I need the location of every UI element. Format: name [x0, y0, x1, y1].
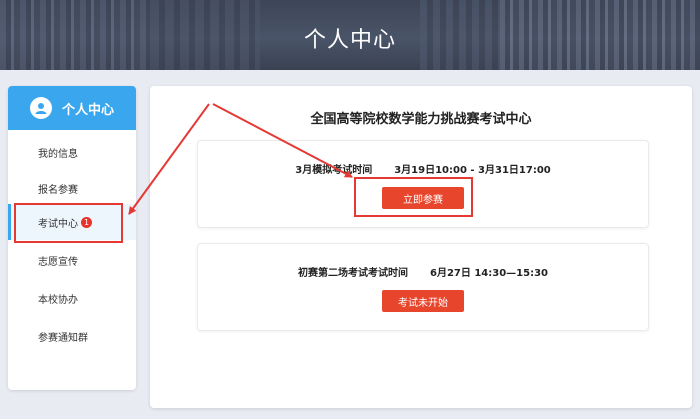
page-title: 全国高等院校数学能力挑战赛考试中心 — [310, 112, 532, 127]
exam-name: 初赛第二场考试考试时间 — [297, 268, 408, 279]
exam-name: 3月模拟考试时间 — [295, 165, 373, 176]
sidebar-item-my-info[interactable]: 我的信息 — [8, 134, 136, 170]
sidebar-item-label: 参赛通知群 — [38, 332, 88, 344]
user-avatar-icon — [29, 97, 52, 119]
main-panel: 全国高等院校数学能力挑战赛考试中心 3月模拟考试时间 3月19日10:00 - 3… — [150, 86, 692, 408]
banner-title: 个人中心 — [303, 28, 396, 53]
sidebar-item-label: 我的信息 — [38, 148, 78, 160]
exam-card-mock: 3月模拟考试时间 3月19日10:00 - 3月31日17:00 立即参赛 — [197, 140, 649, 228]
sidebar-header: 个人中心 — [8, 86, 136, 130]
exam-not-started-button[interactable]: 考试未开始 — [382, 290, 464, 312]
sidebar-item-label: 考试中心 — [38, 218, 78, 230]
sidebar-item-notice-group[interactable]: 参赛通知群 — [8, 318, 136, 354]
sidebar-title: 个人中心 — [61, 102, 114, 118]
sidebar-item-label: 报名参赛 — [38, 184, 78, 196]
sidebar-item-label: 本校协办 — [38, 294, 78, 306]
exam-card-preliminary: 初赛第二场考试考试时间 6月27日 14:30—15:30 考试未开始 — [197, 243, 649, 331]
exam-info: 3月模拟考试时间 3月19日10:00 - 3月31日17:00 — [198, 161, 648, 176]
sidebar-item-label: 志愿宣传 — [38, 256, 78, 268]
header-banner: 个人中心 — [0, 0, 700, 70]
join-exam-button[interactable]: 立即参赛 — [382, 187, 464, 209]
exam-time: 6月27日 14:30—15:30 — [429, 268, 549, 279]
sidebar-item-registration[interactable]: 报名参赛 — [8, 170, 136, 206]
exam-time: 3月19日10:00 - 3月31日17:00 — [394, 165, 551, 176]
sidebar: 个人中心 我的信息 报名参赛 考试中心 1 志愿宣传 本校协办 参赛通知群 — [8, 86, 136, 390]
notification-badge: 1 — [81, 216, 92, 228]
exam-info: 初赛第二场考试考试时间 6月27日 14:30—15:30 — [198, 264, 648, 279]
sidebar-item-volunteer[interactable]: 志愿宣传 — [8, 242, 136, 278]
sidebar-item-exam-center[interactable]: 考试中心 1 — [8, 204, 136, 240]
sidebar-item-school-coop[interactable]: 本校协办 — [8, 280, 136, 316]
